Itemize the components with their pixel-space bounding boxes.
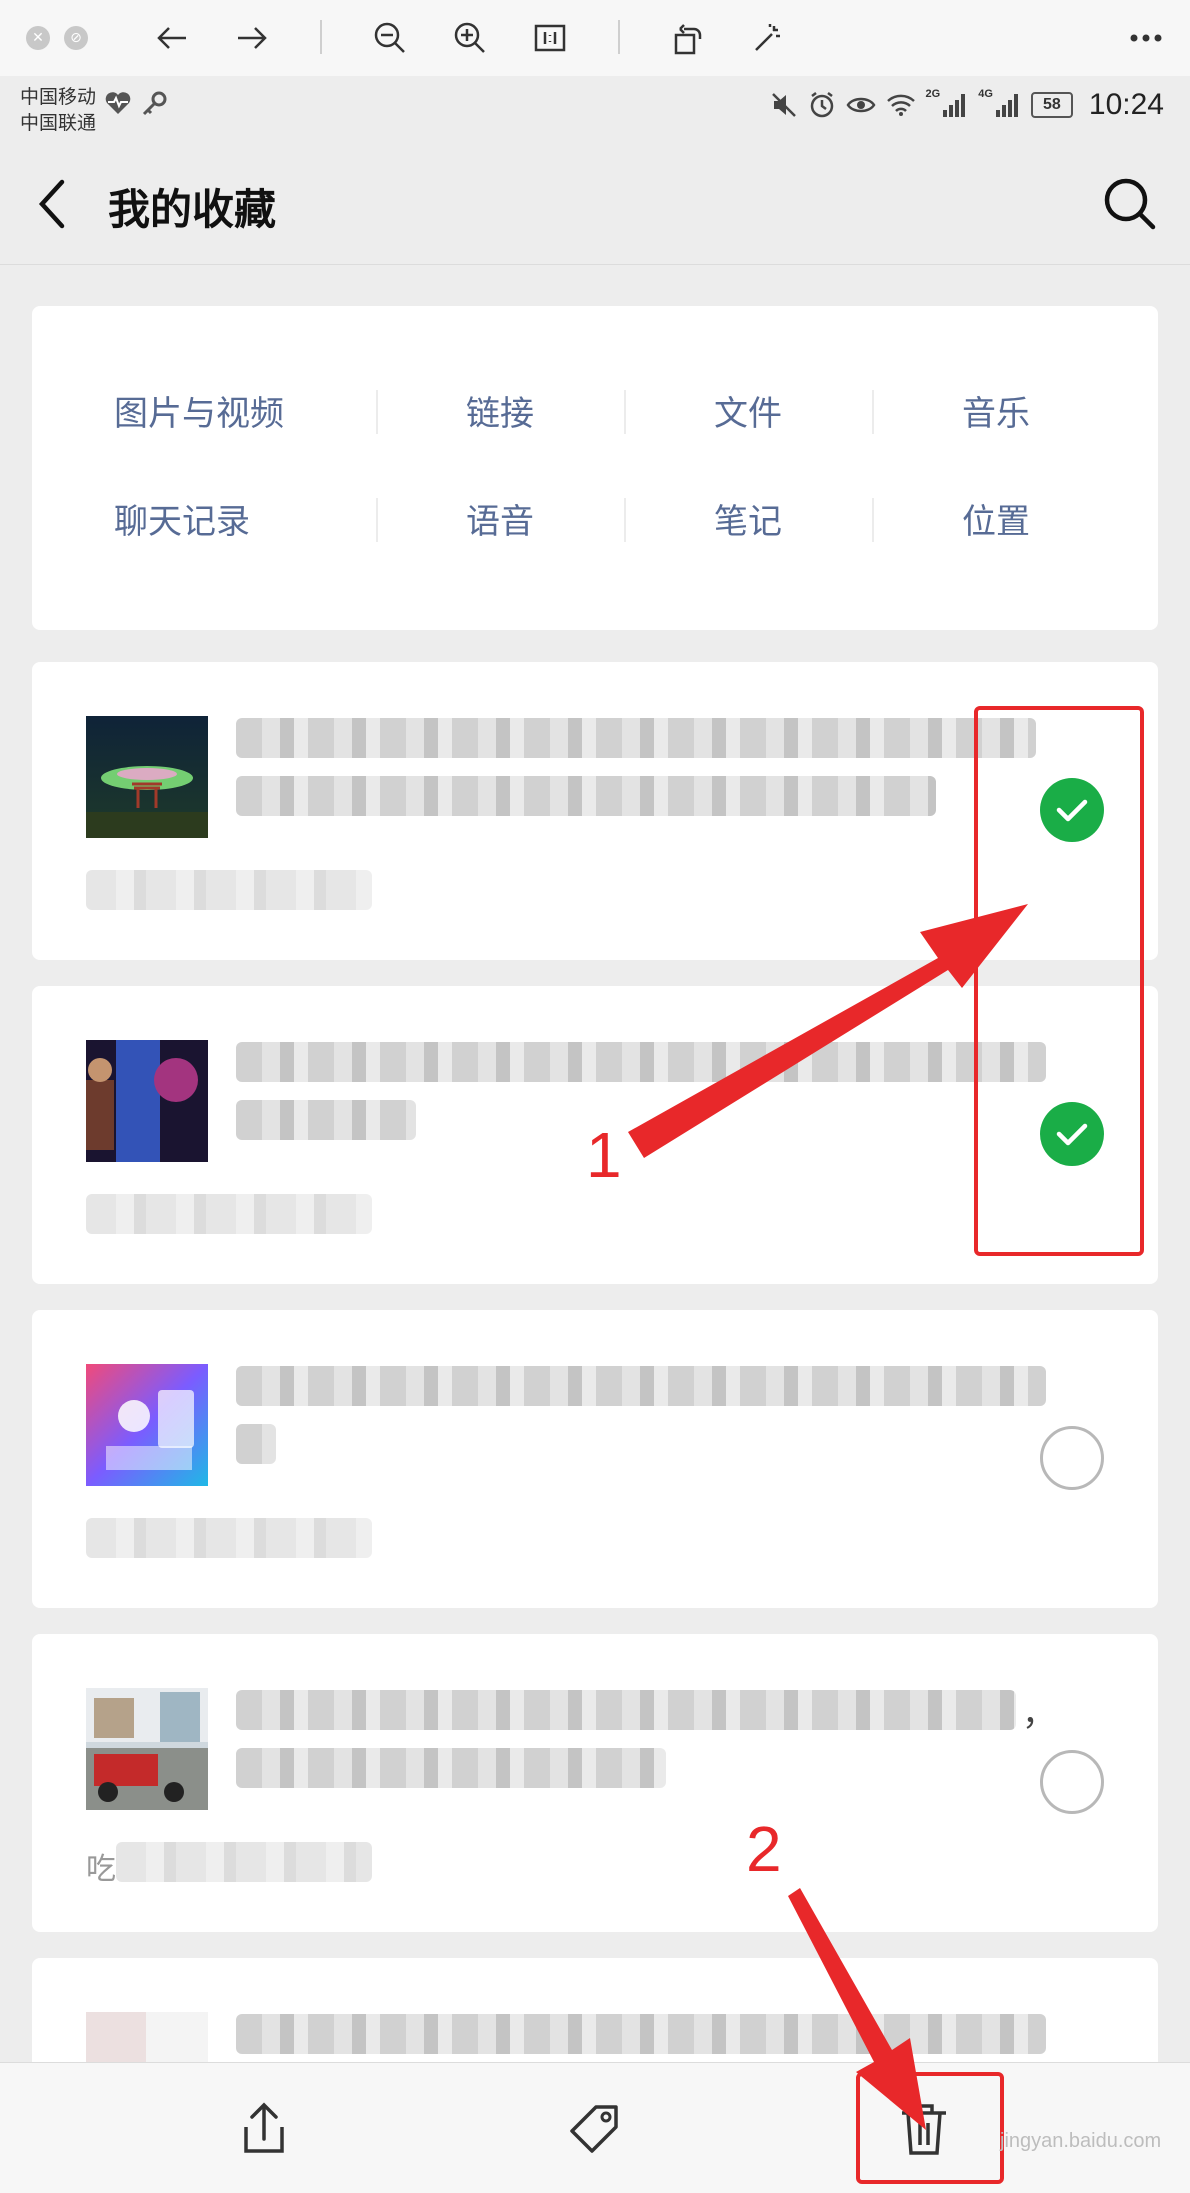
stop-icon[interactable]: ⊘ [64, 26, 88, 50]
close-icon[interactable]: ✕ [26, 26, 50, 50]
blurred-meta [86, 1194, 372, 1234]
blurred-meta [86, 1518, 372, 1558]
zoom-out-icon[interactable] [370, 18, 410, 58]
blurred-title [236, 1100, 416, 1140]
search-icon [1104, 178, 1156, 230]
page-title: 我的收藏 [108, 185, 277, 234]
favorite-item[interactable]: ， 吃 [32, 1634, 1158, 1932]
category-links[interactable]: 链接 [376, 386, 624, 435]
blurred-title [236, 776, 936, 816]
forward-arrow-icon[interactable] [232, 18, 272, 58]
annotation-highlight-box [856, 2072, 1004, 2184]
selection-checkbox[interactable] [1040, 1750, 1104, 1814]
wifi-icon [886, 94, 915, 116]
status-bar: 中国移动 中国联通 2G 4G 58 10:24 [0, 76, 1190, 140]
meta-visible-prefix: 吃 [86, 1852, 116, 1887]
blurred-meta [116, 1842, 372, 1882]
blurred-title [236, 1424, 276, 1464]
signal-bars-icon [943, 94, 966, 117]
app-header: 我的收藏 [0, 140, 1190, 265]
watermark: jingyan.baidu.com [1000, 2130, 1162, 2152]
annotation-highlight-box [974, 706, 1144, 1256]
category-notes[interactable]: 笔记 [624, 494, 872, 543]
chevron-left-icon [38, 179, 65, 229]
magic-wand-icon[interactable] [748, 18, 788, 58]
category-location[interactable]: 位置 [872, 494, 1120, 543]
blurred-title [236, 1042, 1046, 1082]
actual-size-icon[interactable] [530, 18, 570, 58]
key-icon [140, 90, 168, 123]
back-button[interactable] [30, 176, 80, 232]
blurred-title [236, 718, 1036, 758]
bottom-action-bar [0, 2062, 1190, 2193]
blurred-title [236, 2014, 1046, 2054]
more-icon[interactable] [1126, 18, 1166, 58]
thumbnail-image [86, 716, 208, 838]
network-2g-label: 2G [925, 88, 941, 100]
selection-checkbox[interactable] [1040, 1426, 1104, 1490]
viewer-toolbar: ✕ ⊘ [0, 0, 1190, 77]
zoom-in-icon[interactable] [450, 18, 490, 58]
category-images-videos[interactable]: 图片与视频 [32, 386, 376, 435]
category-files[interactable]: 文件 [624, 386, 872, 435]
carrier-1: 中国移动 [20, 87, 97, 108]
title-trailing-char: ， [1022, 1694, 1056, 1734]
category-voice[interactable]: 语音 [376, 494, 624, 543]
alarm-icon [810, 92, 833, 118]
thumbnail-image [86, 1364, 208, 1486]
eye-comfort-icon [846, 97, 876, 113]
status-icons: 2G 4G 58 10:24 [770, 88, 1164, 122]
blurred-title [236, 1366, 1046, 1406]
clock: 10:24 [1088, 88, 1164, 121]
category-filter-card: 图片与视频 链接 文件 音乐 聊天记录 语音 笔记 位置 [32, 306, 1158, 630]
heart-rate-icon [104, 90, 132, 121]
share-icon [244, 2102, 284, 2153]
mute-icon [771, 93, 796, 117]
rotate-icon[interactable] [668, 18, 708, 58]
blurred-title [236, 1748, 666, 1788]
annotation-step-2: 2 [746, 1813, 782, 1885]
tag-icon [570, 2105, 618, 2153]
thumbnail-image [86, 1040, 208, 1162]
blurred-title [236, 1690, 1016, 1730]
back-arrow-icon[interactable] [152, 18, 192, 58]
signal-bars-icon [995, 94, 1018, 117]
tag-button[interactable] [562, 2097, 626, 2161]
annotation-step-1: 1 [586, 1119, 622, 1191]
favorite-item[interactable] [32, 1310, 1158, 1608]
network-4g-label: 4G [978, 88, 993, 100]
search-button[interactable] [1100, 174, 1160, 234]
category-chat-history[interactable]: 聊天记录 [32, 494, 376, 543]
blurred-meta [86, 870, 372, 910]
thumbnail-image [86, 1688, 208, 1810]
share-button[interactable] [232, 2097, 296, 2161]
carrier-2: 中国联通 [20, 113, 97, 134]
favorite-item[interactable] [32, 1958, 1158, 2078]
battery-icon: 58 [1030, 92, 1073, 118]
category-music[interactable]: 音乐 [872, 386, 1120, 435]
